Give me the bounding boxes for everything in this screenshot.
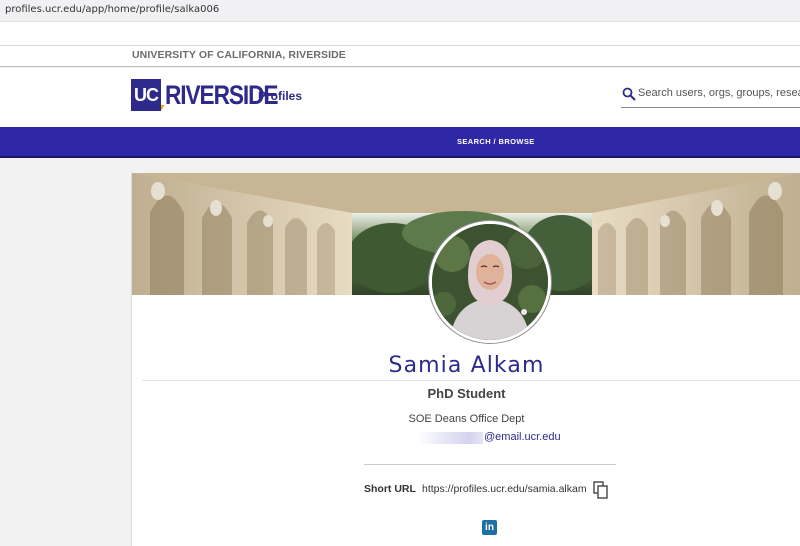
search-input[interactable] bbox=[638, 83, 800, 103]
linkedin-icon[interactable]: in bbox=[482, 520, 497, 535]
name-divider bbox=[142, 380, 800, 381]
profile-card: Samia Alkam PhD Student SOE Deans Office… bbox=[131, 173, 800, 546]
profile-photo bbox=[432, 224, 548, 340]
section-divider bbox=[364, 464, 616, 465]
email-redaction bbox=[417, 432, 483, 444]
main-nav: SEARCH / BROWSE bbox=[0, 127, 800, 158]
browser-address-bar[interactable]: profiles.ucr.edu/app/home/profile/salka0… bbox=[0, 0, 800, 22]
short-url-label: Short URL bbox=[364, 483, 416, 495]
site-header: UC RIVERSIDE Profiles bbox=[0, 68, 800, 127]
university-bar: UNIVERSITY OF CALIFORNIA, RIVERSIDE bbox=[0, 45, 800, 67]
logo-uc-mark: UC bbox=[131, 79, 161, 111]
university-name[interactable]: UNIVERSITY OF CALIFORNIA, RIVERSIDE bbox=[132, 49, 346, 61]
profile-title: PhD Student bbox=[427, 386, 506, 401]
search-box bbox=[621, 82, 800, 108]
profile-avatar bbox=[429, 221, 551, 343]
nav-search-browse[interactable]: SEARCH / BROWSE bbox=[457, 137, 535, 146]
linkedin-glyph: in bbox=[485, 522, 494, 533]
short-url-value[interactable]: https://profiles.ucr.edu/samia.alkam bbox=[422, 483, 587, 495]
logo-profiles-text: Profiles bbox=[258, 89, 303, 103]
email-link[interactable]: @email.ucr.edu bbox=[484, 431, 561, 443]
search-icon[interactable] bbox=[622, 87, 636, 101]
profile-name: Samia Alkam bbox=[388, 353, 545, 378]
browser-url[interactable]: profiles.ucr.edu/app/home/profile/salka0… bbox=[5, 4, 219, 15]
copy-icon[interactable] bbox=[593, 481, 609, 499]
profile-department[interactable]: SOE Deans Office Dept bbox=[132, 413, 800, 425]
top-spacer bbox=[0, 22, 800, 46]
